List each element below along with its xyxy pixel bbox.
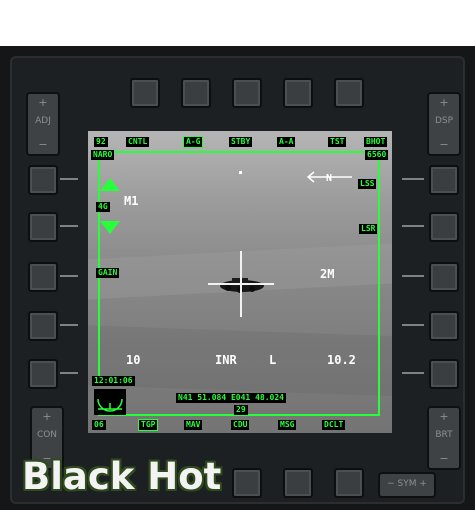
page-number-bottom: 06 [92, 420, 106, 430]
osb-top-2[interactable] [181, 78, 211, 108]
frame-top [98, 151, 380, 153]
osb-bottom-4[interactable] [283, 468, 313, 498]
svg-text:N: N [326, 173, 332, 184]
brt-rocker[interactable]: + BRT − [427, 406, 461, 470]
osb-top-4[interactable] [283, 78, 313, 108]
lsr-label[interactable]: LSR [359, 224, 378, 234]
msg-tab[interactable]: MSG [278, 420, 297, 430]
ag-mode-label[interactable]: A-G [182, 136, 204, 148]
frame-right [378, 151, 380, 416]
gain-value: 4G [96, 202, 110, 212]
dsp-label: DSP [434, 116, 454, 126]
cntl-button-label[interactable]: CNTL [126, 137, 150, 147]
code-label: 6560 [365, 150, 389, 160]
coords-readout: N41 51.084 E041 48.024 [176, 393, 286, 403]
polarity-label[interactable]: BHOT [364, 137, 388, 147]
osb-right-4[interactable] [429, 311, 459, 341]
osb-tick [60, 225, 78, 227]
osb-left-4[interactable] [28, 311, 58, 341]
brt-plus: + [439, 410, 449, 423]
gain-label[interactable]: GAIN [96, 268, 120, 278]
crosshair-icon [208, 251, 274, 317]
osb-tick [60, 275, 78, 277]
zoom-up-arrow-icon[interactable] [100, 178, 120, 192]
osb-top-3[interactable] [232, 78, 262, 108]
tgp-tab[interactable]: TGP [137, 419, 159, 431]
dsp-rocker[interactable]: + DSP − [427, 92, 461, 156]
track-mode-label: INR [215, 353, 237, 367]
caption-label: Black Hot [22, 455, 222, 498]
pod-attitude-icon [94, 389, 126, 415]
lss-label[interactable]: LSS [358, 179, 377, 189]
osb-tick [402, 372, 424, 374]
stby-label[interactable]: STBY [229, 137, 253, 147]
osb-right-5[interactable] [429, 359, 459, 389]
osb-right-2[interactable] [429, 212, 459, 242]
tgp-display: 92 CNTL A-G STBY A-A TST BHOT NARO 6560 … [88, 131, 392, 433]
dsp-minus: − [439, 138, 449, 151]
adj-rocker[interactable]: + ADJ − [26, 92, 60, 156]
osb-left-2[interactable] [28, 212, 58, 242]
time-readout: 12:01:06 [92, 376, 135, 386]
osb-tick [402, 275, 424, 277]
zoom-down-arrow-icon[interactable] [100, 221, 120, 235]
laser-label: L [269, 353, 277, 367]
brt-label: BRT [435, 430, 453, 440]
osb-left-3[interactable] [28, 262, 58, 292]
dsp-plus: + [439, 96, 449, 109]
mode-label: M1 [124, 194, 139, 208]
adj-minus: − [38, 138, 48, 151]
sym-label: − SYM + [387, 479, 427, 489]
osb-top-1[interactable] [130, 78, 160, 108]
north-arrow-icon: N [306, 171, 352, 184]
osb-tick [60, 372, 78, 374]
osb-bottom-5[interactable] [334, 468, 364, 498]
osb-tick [60, 324, 78, 326]
osb-tick [60, 178, 78, 180]
osb-top-5[interactable] [334, 78, 364, 108]
con-plus: + [42, 410, 52, 423]
page-number: 92 [94, 137, 108, 147]
elevation-readout: 29 [234, 405, 248, 415]
brt-minus: − [439, 452, 449, 465]
aa-mode-label[interactable]: A-A [277, 137, 296, 147]
osb-tick [402, 324, 424, 326]
osb-left-1[interactable] [28, 165, 58, 195]
left-readout: 10 [126, 353, 141, 367]
osb-right-1[interactable] [429, 165, 459, 195]
osb-tick [402, 178, 424, 180]
osb-tick [402, 225, 424, 227]
sym-rocker[interactable]: − SYM + [378, 472, 436, 498]
mav-tab[interactable]: MAV [184, 420, 203, 430]
dot-marker [239, 171, 242, 174]
con-label: CON [36, 430, 58, 440]
cdu-tab[interactable]: CDU [231, 420, 250, 430]
range-label: 2M [320, 267, 335, 281]
osb-bottom-3[interactable] [232, 468, 262, 498]
dclt-tab[interactable]: DCLT [322, 420, 346, 430]
adj-label: ADJ [35, 116, 51, 126]
naro-label[interactable]: NARO [91, 150, 115, 160]
adj-plus: + [38, 96, 48, 109]
osb-right-3[interactable] [429, 262, 459, 292]
tst-label[interactable]: TST [328, 137, 347, 147]
osb-left-5[interactable] [28, 359, 58, 389]
right-readout: 10.2 [327, 353, 356, 367]
